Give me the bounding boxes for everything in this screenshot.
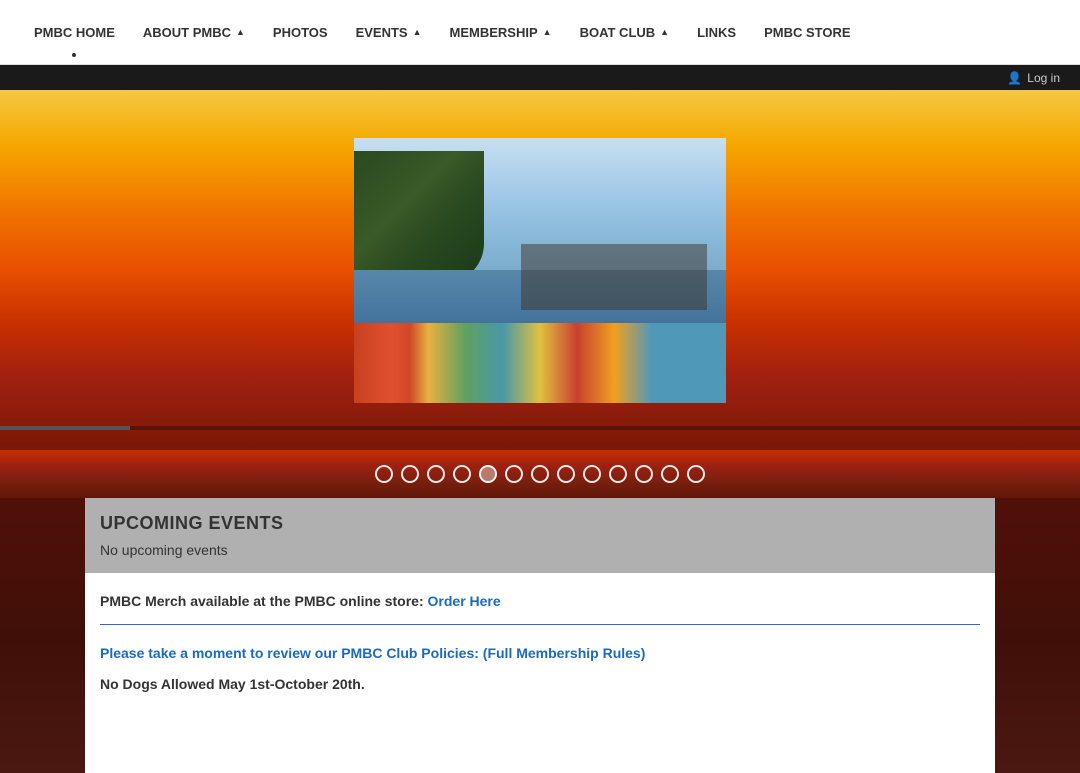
carousel-dot-7[interactable] xyxy=(531,465,549,483)
nav-item-boat-club[interactable]: BOAT CLUB ▲ xyxy=(566,0,684,65)
dock-layer xyxy=(521,244,707,310)
carousel-dot-13[interactable] xyxy=(687,465,705,483)
nav-label: ABOUT PMBC xyxy=(143,0,231,65)
merch-line: PMBC Merch available at the PMBC online … xyxy=(100,593,980,609)
log-in-label: Log in xyxy=(1027,71,1060,85)
nav-label: EVENTS xyxy=(356,0,408,65)
navigation: PMBC HOME ABOUT PMBC ▲ PHOTOS EVENTS ▲ M… xyxy=(0,0,1080,65)
carousel-dot-11[interactable] xyxy=(635,465,653,483)
chevron-down-icon: ▲ xyxy=(543,0,552,65)
full-membership-rules-link[interactable]: Full Membership Rules xyxy=(487,645,640,661)
person-icon: 👤 xyxy=(1007,71,1022,85)
nav-item-links[interactable]: LINKS xyxy=(683,0,750,65)
nav-item-pmbc-home[interactable]: PMBC HOME xyxy=(20,0,129,65)
merch-link-label: Order Here xyxy=(428,593,501,609)
chevron-down-icon: ▲ xyxy=(413,0,422,65)
carousel-dot-5[interactable] xyxy=(479,465,497,483)
carousel-dot-4[interactable] xyxy=(453,465,471,483)
no-dogs-text: No Dogs Allowed May 1st-October 20th. xyxy=(100,676,980,692)
carousel-dot-8[interactable] xyxy=(557,465,575,483)
nav-label: BOAT CLUB xyxy=(580,0,656,65)
upcoming-events-title: UPCOMING EVENTS xyxy=(100,513,980,534)
divider xyxy=(100,624,980,625)
carousel-dot-6[interactable] xyxy=(505,465,523,483)
policy-line: Please take a moment to review our PMBC … xyxy=(100,645,980,661)
policy-suffix: ) xyxy=(641,645,646,661)
black-bar: 👤 Log in xyxy=(0,65,1080,90)
nav-label: LINKS xyxy=(697,0,736,65)
merch-text: PMBC Merch available at the PMBC online … xyxy=(100,593,424,609)
nav-active-dot xyxy=(72,53,76,57)
trees-layer xyxy=(354,151,484,284)
upcoming-events-section: UPCOMING EVENTS No upcoming events xyxy=(85,498,995,573)
policy-text: Please take a moment to review our PMBC … xyxy=(100,645,479,661)
carousel-dot-3[interactable] xyxy=(427,465,445,483)
hero-background xyxy=(0,90,1080,450)
nav-label: PMBC STORE xyxy=(764,0,850,65)
nav-menu: PMBC HOME ABOUT PMBC ▲ PHOTOS EVENTS ▲ M… xyxy=(20,0,865,65)
nav-label: PHOTOS xyxy=(273,0,328,65)
nav-item-events[interactable]: EVENTS ▲ xyxy=(342,0,436,65)
chevron-down-icon: ▲ xyxy=(660,0,669,65)
carousel-dot-10[interactable] xyxy=(609,465,627,483)
content-section: PMBC Merch available at the PMBC online … xyxy=(85,573,995,773)
hero-image xyxy=(354,138,726,403)
progress-bar-fill xyxy=(0,426,130,430)
order-here-link[interactable]: Order Here xyxy=(428,593,501,609)
boats-layer xyxy=(354,323,726,403)
carousel-dot-2[interactable] xyxy=(401,465,419,483)
chevron-down-icon: ▲ xyxy=(236,0,245,65)
nav-item-photos[interactable]: PHOTOS xyxy=(259,0,342,65)
nav-label: MEMBERSHIP xyxy=(450,0,538,65)
hero-section: UPCOMING EVENTS No upcoming events PMBC … xyxy=(0,90,1080,773)
policy-link-label: Full Membership Rules xyxy=(487,645,640,661)
log-in-button[interactable]: 👤 Log in xyxy=(1007,71,1060,85)
nav-item-pmbc-store[interactable]: PMBC STORE xyxy=(750,0,864,65)
nav-item-about-pmbc[interactable]: ABOUT PMBC ▲ xyxy=(129,0,259,65)
carousel-dot-9[interactable] xyxy=(583,465,601,483)
carousel-dot-12[interactable] xyxy=(661,465,679,483)
progress-bar-container xyxy=(0,426,1080,430)
nav-item-membership[interactable]: MEMBERSHIP ▲ xyxy=(436,0,566,65)
carousel-dots xyxy=(0,450,1080,498)
no-events-text: No upcoming events xyxy=(100,542,980,558)
carousel-dot-1[interactable] xyxy=(375,465,393,483)
